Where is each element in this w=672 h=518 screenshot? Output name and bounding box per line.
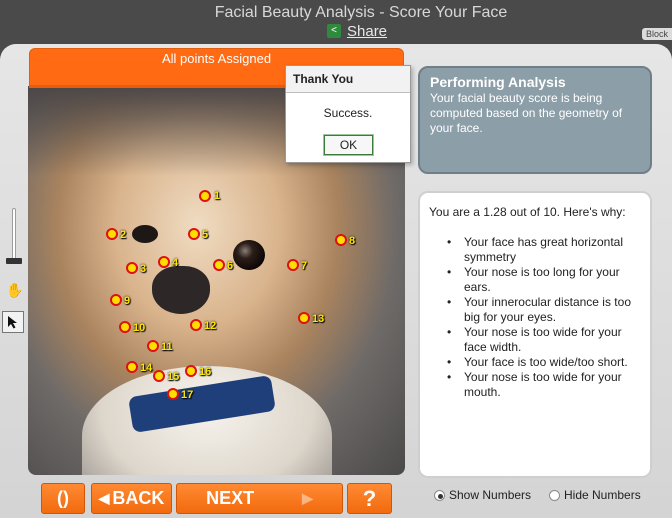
triangle-right-icon: ▶	[302, 490, 313, 506]
dialog-title: Thank You	[286, 66, 410, 93]
landmark-point[interactable]	[298, 312, 310, 324]
landmark-point[interactable]	[167, 388, 179, 400]
landmark-number: 12	[204, 320, 217, 332]
pointer-tool-button[interactable]	[2, 311, 24, 333]
landmark-point[interactable]	[188, 228, 200, 240]
share-button[interactable]: < Share	[327, 22, 387, 40]
landmark-number: 6	[227, 260, 234, 272]
hide-numbers-option[interactable]: Hide Numbers	[549, 488, 641, 502]
reason-item: Your nose is too wide for your face widt…	[447, 325, 641, 355]
reason-item: Your nose is too long for your ears.	[447, 265, 641, 295]
landmark-number: 13	[312, 313, 325, 325]
show-numbers-option[interactable]: Show Numbers	[434, 488, 531, 502]
back-button[interactable]: ◀ BACK	[91, 483, 172, 514]
landmark-number: 17	[181, 389, 194, 401]
dialog-message: Success.	[323, 106, 373, 120]
thank-you-dialog: Thank You Success. OK	[285, 65, 411, 163]
landmark-point[interactable]	[147, 340, 159, 352]
landmark-point[interactable]	[110, 294, 122, 306]
reason-list: Your face has great horizontal symmetry …	[429, 235, 641, 400]
hand-tool-icon[interactable]: ✋	[6, 282, 23, 298]
landmark-number: 16	[199, 366, 212, 378]
landmark-number: 3	[140, 263, 147, 275]
share-label: Share	[347, 22, 388, 40]
photo-nose	[152, 266, 210, 314]
back-button-label: BACK	[112, 488, 165, 508]
block-tab[interactable]: Block	[641, 28, 672, 40]
landmark-point[interactable]	[119, 321, 131, 333]
analysis-text: Your facial beauty score is being comput…	[430, 91, 623, 135]
app-title: Facial Beauty Analysis - Score Your Face	[214, 4, 508, 21]
hide-numbers-label: Hide Numbers	[564, 488, 641, 502]
landmark-point[interactable]	[126, 262, 138, 274]
refresh-button[interactable]: ()	[41, 483, 85, 514]
landmark-point[interactable]	[287, 259, 299, 271]
reason-item: Your face is too wide/too short.	[447, 355, 641, 370]
landmark-point[interactable]	[158, 256, 170, 268]
landmark-point[interactable]	[126, 361, 138, 373]
landmark-point[interactable]	[190, 319, 202, 331]
landmark-number: 7	[301, 260, 308, 272]
zoom-slider-track[interactable]	[12, 208, 16, 264]
landmark-point[interactable]	[153, 370, 165, 382]
landmark-number: 5	[202, 229, 209, 241]
zoom-slider-thumb[interactable]	[6, 258, 22, 264]
help-button[interactable]: ?	[347, 483, 392, 514]
landmark-point[interactable]	[213, 259, 225, 271]
landmark-number: 9	[124, 295, 131, 307]
show-numbers-radio[interactable]	[434, 489, 445, 501]
reason-item: Your nose is too wide for your mouth.	[447, 370, 641, 400]
refresh-icon: ()	[57, 488, 69, 508]
landmark-point[interactable]	[185, 365, 197, 377]
next-button[interactable]: NEXT ▶	[176, 483, 343, 514]
arrow-pointer-icon	[8, 316, 17, 329]
landmark-number: 8	[349, 235, 356, 247]
landmark-point[interactable]	[199, 190, 211, 202]
landmark-point[interactable]	[335, 234, 347, 246]
landmark-number: 1	[214, 190, 221, 202]
result-panel: You are a 1.28 out of 10. Here's why: Yo…	[418, 191, 652, 478]
analysis-title: Performing Analysis	[430, 74, 566, 90]
show-numbers-label: Show Numbers	[449, 488, 532, 502]
photo-right-eye	[233, 240, 265, 270]
landmark-number: 10	[133, 322, 146, 334]
landmark-point[interactable]	[106, 228, 118, 240]
analysis-panel: Performing Analysis Your facial beauty s…	[418, 66, 652, 174]
ok-button[interactable]: OK	[323, 134, 374, 156]
landmark-number: 2	[120, 229, 127, 241]
landmark-number: 4	[172, 257, 179, 269]
share-icon: <	[327, 24, 341, 38]
help-icon: ?	[362, 485, 377, 511]
landmark-number: 15	[167, 371, 180, 383]
triangle-left-icon: ◀	[98, 490, 110, 506]
next-button-label: NEXT	[206, 488, 255, 508]
landmark-number: 11	[161, 341, 173, 353]
photo-left-eye	[132, 225, 158, 243]
score-summary: You are a 1.28 out of 10. Here's why:	[429, 205, 626, 219]
hide-numbers-radio[interactable]	[549, 489, 560, 501]
reason-item: Your face has great horizontal symmetry	[447, 235, 641, 265]
reason-item: Your innerocular distance is too big for…	[447, 295, 641, 325]
landmark-number: 14	[140, 362, 153, 374]
